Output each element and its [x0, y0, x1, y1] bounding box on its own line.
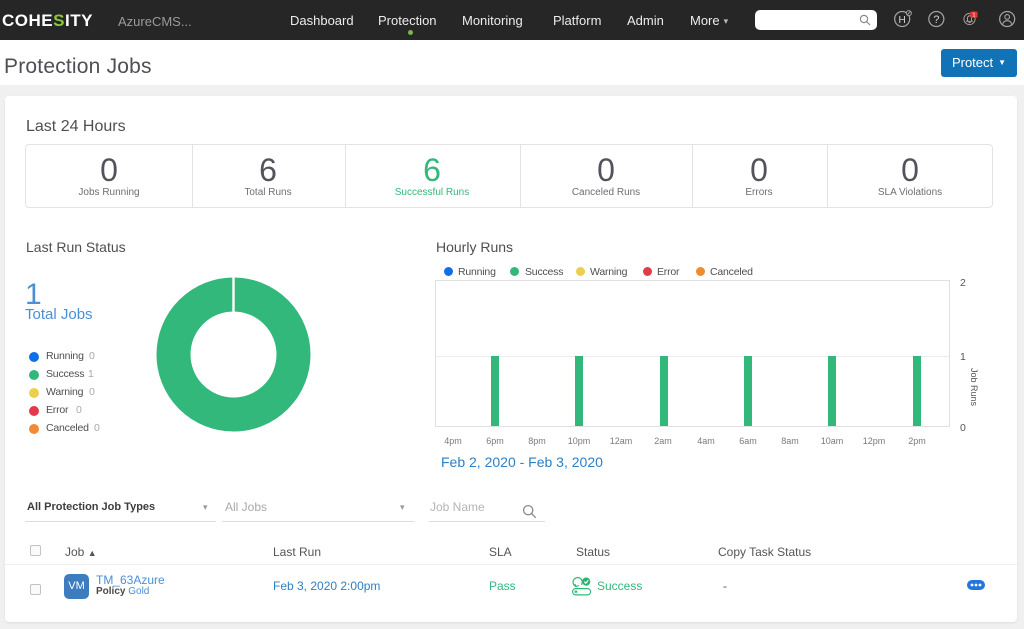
svg-text:H: H [899, 15, 906, 26]
svg-text:1: 1 [972, 13, 975, 19]
svg-text:?: ? [933, 14, 939, 26]
